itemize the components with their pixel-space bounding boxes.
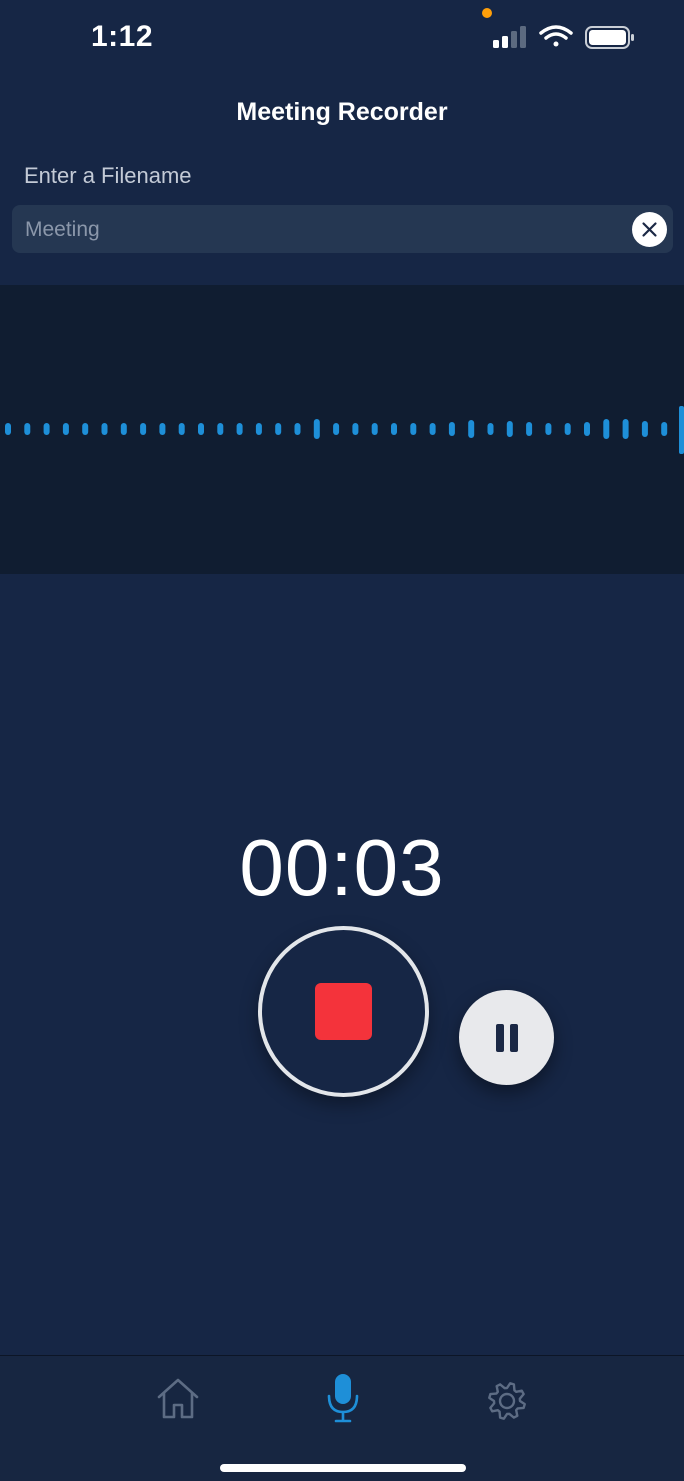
- audio-waveform: [0, 285, 684, 574]
- waveform-bar: [44, 423, 50, 435]
- tab-record[interactable]: [313, 1368, 373, 1428]
- gear-icon: [477, 1368, 537, 1428]
- waveform-bar: [217, 423, 223, 435]
- wifi-icon: [541, 27, 571, 47]
- battery-icon: [586, 27, 634, 48]
- tab-bar: [0, 1355, 684, 1481]
- pause-icon-bar-left: [496, 1024, 504, 1052]
- waveform-playhead: [679, 406, 684, 454]
- stop-icon: [315, 983, 372, 1040]
- filename-input[interactable]: [23, 205, 627, 255]
- elapsed-timer: 00:03: [0, 822, 684, 914]
- waveform-bar: [275, 423, 281, 435]
- waveform-bar: [198, 423, 204, 435]
- home-indicator: [220, 1464, 466, 1472]
- waveform-bar: [372, 423, 378, 435]
- waveform-bar: [468, 420, 474, 438]
- waveform-panel: [0, 285, 684, 574]
- status-bar: 1:12: [0, 0, 684, 80]
- waveform-bar: [584, 422, 590, 436]
- waveform-bar: [121, 423, 127, 435]
- waveform-bar: [256, 423, 262, 435]
- tab-home[interactable]: [148, 1368, 208, 1428]
- gear-icon-outline: [489, 1383, 524, 1418]
- waveform-bar: [333, 423, 339, 435]
- waveform-bar: [5, 423, 11, 435]
- waveform-bar: [24, 423, 30, 435]
- waveform-bar: [63, 423, 69, 435]
- waveform-bar: [623, 419, 629, 439]
- waveform-bar: [159, 423, 165, 435]
- waveform-bar: [488, 423, 494, 435]
- waveform-bar: [661, 422, 667, 436]
- status-icons: [490, 24, 640, 54]
- waveform-bar: [82, 423, 88, 435]
- waveform-bar: [237, 423, 243, 435]
- stop-recording-button[interactable]: [258, 926, 429, 1097]
- waveform-bar: [391, 423, 397, 435]
- status-time: 1:12: [91, 20, 153, 54]
- pause-icon-bar-right: [510, 1024, 518, 1052]
- waveform-bar: [642, 421, 648, 437]
- waveform-bar: [102, 423, 108, 435]
- waveform-bar: [507, 421, 513, 437]
- waveform-bar: [449, 422, 455, 436]
- waveform-bar: [352, 423, 358, 435]
- page-title: Meeting Recorder: [0, 98, 684, 127]
- microphone-icon: [313, 1368, 373, 1428]
- cellular-signal-icon: [493, 26, 526, 48]
- waveform-bar: [140, 423, 146, 435]
- privacy-indicator-dot: [482, 8, 492, 18]
- home-icon: [148, 1368, 208, 1428]
- waveform-bar: [179, 423, 185, 435]
- waveform-bar: [565, 423, 571, 435]
- waveform-bar: [526, 422, 532, 436]
- waveform-bar: [295, 423, 301, 435]
- waveform-bar: [545, 423, 551, 435]
- filename-label: Enter a Filename: [24, 163, 192, 189]
- close-icon: [632, 212, 667, 247]
- waveform-bar: [603, 419, 609, 439]
- pause-recording-button[interactable]: [459, 990, 554, 1085]
- waveform-bar: [314, 419, 320, 439]
- filename-field: [12, 205, 673, 253]
- waveform-bar: [410, 423, 416, 435]
- clear-filename-button[interactable]: [632, 212, 667, 247]
- tab-settings[interactable]: [477, 1368, 537, 1428]
- waveform-bar: [430, 423, 436, 435]
